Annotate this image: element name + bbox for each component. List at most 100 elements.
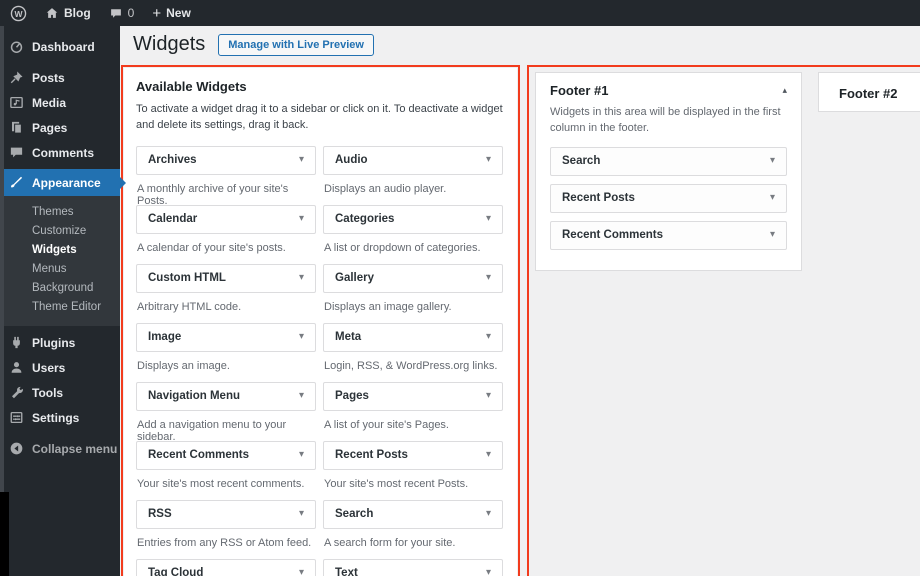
chevron-down-icon[interactable]: ▾ [486, 450, 491, 460]
sidebar-item-comments[interactable]: Comments [0, 140, 120, 165]
widget-card[interactable]: Archives ▾ [136, 145, 316, 175]
widget-description: A calendar of your site's posts. [137, 241, 286, 254]
sidebar-item-pages[interactable]: Pages [0, 115, 120, 140]
available-widget: Custom HTML ▾ Arbitrary HTML code. [136, 263, 316, 323]
page-header: Widgets Manage with Live Preview [133, 33, 374, 56]
chevron-down-icon[interactable]: ▾ [299, 509, 304, 519]
sidebar-item-label: Comments [32, 145, 95, 160]
sidebar-item-tools[interactable]: Tools [0, 380, 120, 405]
widget-description: Displays an audio player. [324, 182, 447, 195]
chevron-down-icon[interactable]: ▾ [299, 273, 304, 283]
submenu-item-theme-editor[interactable]: Theme Editor [0, 298, 120, 317]
widget-card[interactable]: Search ▾ [323, 499, 503, 529]
widget-card[interactable]: Recent Comments ▾ [136, 440, 316, 470]
widget-name: Calendar [148, 213, 198, 226]
available-widget: Tag Cloud ▾ [136, 558, 316, 576]
page-title: Widgets [133, 33, 206, 55]
widget-name: Custom HTML [148, 272, 226, 285]
widget-card[interactable]: Pages ▾ [323, 381, 503, 411]
widget-name: Gallery [335, 272, 374, 285]
sidebar-item-appearance[interactable]: Appearance [0, 169, 126, 196]
chevron-down-icon[interactable]: ▾ [770, 156, 775, 166]
chevron-down-icon[interactable]: ▾ [299, 155, 304, 165]
assigned-widget-card[interactable]: Recent Comments ▾ [550, 220, 787, 250]
widget-card[interactable]: Calendar ▾ [136, 204, 316, 234]
chevron-down-icon[interactable]: ▾ [486, 509, 491, 519]
collapse-icon [10, 442, 23, 455]
media-icon [10, 96, 23, 109]
sidebar-item-label: Dashboard [32, 39, 95, 54]
widget-name: Audio [335, 154, 368, 167]
available-widget: Calendar ▾ A calendar of your site's pos… [136, 204, 316, 264]
pushpin-icon [10, 71, 23, 84]
site-home-link[interactable]: Blog [45, 6, 91, 20]
assigned-widget-card[interactable]: Recent Posts ▾ [550, 183, 787, 213]
sidebar-item-posts[interactable]: Posts [0, 65, 120, 90]
chevron-down-icon[interactable]: ▾ [486, 273, 491, 283]
widget-description: Entries from any RSS or Atom feed. [137, 536, 312, 549]
manage-live-preview-button[interactable]: Manage with Live Preview [218, 33, 374, 56]
settings-icon [10, 411, 23, 424]
widget-card[interactable]: Tag Cloud ▾ [136, 558, 316, 576]
widget-card[interactable]: Image ▾ [136, 322, 316, 352]
widget-name: Recent Posts [335, 449, 408, 462]
chevron-down-icon[interactable]: ▾ [299, 332, 304, 342]
paintbrush-icon [11, 176, 23, 188]
new-content-button[interactable]: + New [152, 6, 190, 21]
widget-name: Navigation Menu [148, 390, 241, 403]
widget-card[interactable]: Meta ▾ [323, 322, 503, 352]
chevron-down-icon[interactable]: ▾ [770, 230, 775, 240]
widget-card[interactable]: Recent Posts ▾ [323, 440, 503, 470]
submenu-item-customize[interactable]: Customize [0, 222, 120, 241]
widget-name: Search [562, 155, 601, 168]
wordpress-admin-screen: W Blog 0 + New Dashboard Posts Media Pag… [0, 0, 920, 576]
widget-description: Login, RSS, & WordPress.org links. [324, 359, 498, 372]
chevron-down-icon[interactable]: ▾ [299, 214, 304, 224]
wordpress-logo-icon: W [10, 5, 27, 21]
available-widgets-panel: Available Widgets To activate a widget d… [124, 68, 517, 576]
widget-card[interactable]: Navigation Menu ▾ [136, 381, 316, 411]
footer1-title: Footer #1 [550, 83, 609, 98]
widget-card[interactable]: Text ▾ [323, 558, 503, 576]
chevron-down-icon[interactable]: ▾ [486, 332, 491, 342]
chevron-down-icon[interactable]: ▾ [486, 568, 491, 576]
widget-name: Recent Comments [148, 449, 249, 462]
sidebar-item-media[interactable]: Media [0, 90, 120, 115]
submenu-item-menus[interactable]: Menus [0, 260, 120, 279]
sidebar-item-users[interactable]: Users [0, 355, 120, 380]
submenu-item-background[interactable]: Background [0, 279, 120, 298]
widget-card[interactable]: Custom HTML ▾ [136, 263, 316, 293]
collapse-panel-icon[interactable]: ▴ [782, 85, 787, 96]
comments-bubble-link[interactable]: 0 [109, 6, 134, 20]
appearance-submenu: Themes Customize Widgets Menus Backgroun… [0, 196, 120, 326]
collapse-menu-button[interactable]: Collapse menu [0, 436, 120, 461]
plugin-icon [13, 336, 20, 349]
widget-name: Recent Comments [562, 229, 663, 242]
sidebar-item-dashboard[interactable]: Dashboard [0, 34, 120, 59]
widget-card[interactable]: RSS ▾ [136, 499, 316, 529]
widget-description: Your site's most recent comments. [137, 477, 305, 490]
svg-text:W: W [14, 8, 23, 18]
assigned-widget-card[interactable]: Search ▾ [550, 146, 787, 176]
widget-name: RSS [148, 508, 172, 521]
new-label: New [166, 6, 191, 20]
widget-name: Text [335, 567, 358, 576]
chevron-down-icon[interactable]: ▾ [299, 450, 304, 460]
chevron-down-icon[interactable]: ▾ [486, 214, 491, 224]
submenu-item-widgets[interactable]: Widgets [0, 241, 120, 260]
chevron-down-icon[interactable]: ▾ [486, 391, 491, 401]
submenu-item-themes[interactable]: Themes [0, 203, 120, 222]
chevron-down-icon[interactable]: ▾ [299, 568, 304, 576]
home-icon [46, 8, 58, 18]
widget-card[interactable]: Audio ▾ [323, 145, 503, 175]
widget-description: A list of your site's Pages. [324, 418, 449, 431]
chevron-down-icon[interactable]: ▾ [486, 155, 491, 165]
sidebar-item-settings[interactable]: Settings [0, 405, 120, 430]
sidebar-item-plugins[interactable]: Plugins [0, 330, 120, 355]
chevron-down-icon[interactable]: ▾ [770, 193, 775, 203]
footer1-description: Widgets in this area will be displayed i… [550, 106, 781, 134]
wordpress-logo-icon[interactable]: W [10, 5, 27, 22]
chevron-down-icon[interactable]: ▾ [299, 391, 304, 401]
widget-card[interactable]: Categories ▾ [323, 204, 503, 234]
widget-card[interactable]: Gallery ▾ [323, 263, 503, 293]
